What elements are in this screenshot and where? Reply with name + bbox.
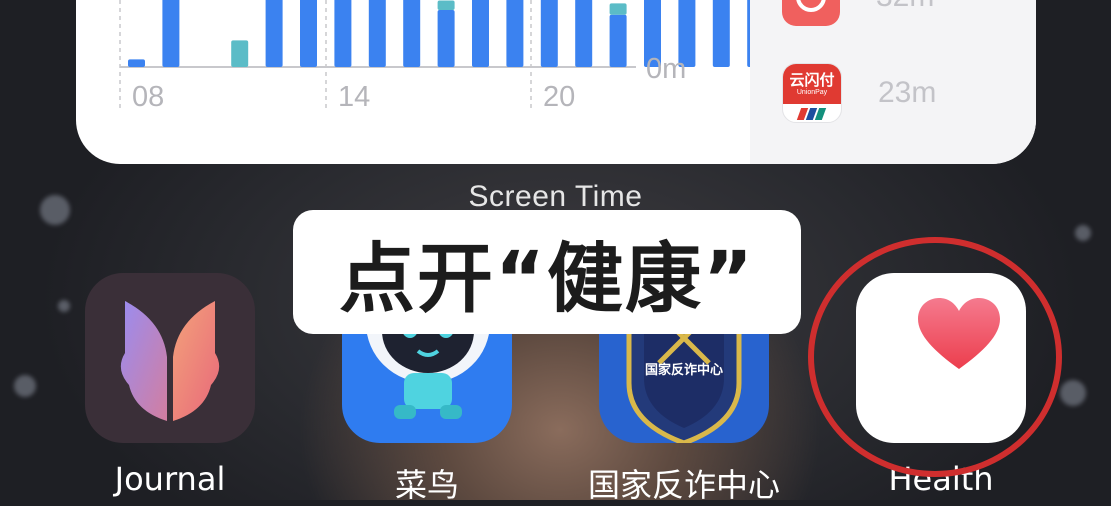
chart-x-tick-label: 08 bbox=[132, 81, 164, 113]
chart-bar bbox=[437, 10, 455, 67]
chart-bar bbox=[368, 0, 386, 67]
highlight-circle bbox=[808, 237, 1062, 477]
app-usage-time: 32m bbox=[876, 0, 934, 14]
bokeh bbox=[58, 300, 70, 312]
unionpay-icon-text: 云闪付 bbox=[789, 71, 835, 89]
chart-bar bbox=[712, 0, 730, 67]
widget-title: Screen Time bbox=[468, 180, 643, 213]
app-label-journal: Journal bbox=[114, 460, 226, 498]
chart-bar bbox=[162, 0, 180, 67]
chart-bar bbox=[540, 0, 558, 67]
bokeh bbox=[1075, 225, 1091, 241]
chart-y-tick-label: 0m bbox=[646, 53, 686, 85]
chart-bar bbox=[265, 0, 283, 67]
chart-bar bbox=[609, 14, 627, 67]
app-usage-list: 32m 云闪付 UnionPay 23m bbox=[750, 0, 1036, 164]
chart-bar bbox=[300, 0, 317, 67]
subtitle-caption: 点开“健康” bbox=[293, 210, 801, 334]
chart-bar bbox=[609, 3, 627, 15]
app-usage-time: 23m bbox=[878, 76, 937, 109]
journal-butterfly-icon[interactable] bbox=[85, 273, 255, 443]
chart-x-tick-label: 20 bbox=[543, 81, 575, 113]
screen-time-widget[interactable]: 08 14 20 0m 32m 云闪付 UnionPay 23m bbox=[76, 0, 1036, 164]
bokeh bbox=[1060, 380, 1086, 406]
app-row[interactable]: 云闪付 UnionPay 23m bbox=[782, 63, 936, 123]
app-label-cainiao: 菜鸟 bbox=[394, 466, 459, 504]
app-row[interactable]: 32m bbox=[782, 0, 934, 26]
chart-bar bbox=[575, 0, 593, 67]
app-icon bbox=[782, 0, 840, 26]
chart-bar bbox=[231, 40, 249, 67]
unionpay-icon: 云闪付 UnionPay bbox=[782, 63, 842, 123]
chart-bar bbox=[472, 0, 489, 67]
chart-bar bbox=[334, 0, 352, 67]
chart-bar bbox=[403, 0, 421, 67]
unionpay-icon-subtext: UnionPay bbox=[796, 89, 828, 96]
chart-x-tick-label: 14 bbox=[338, 81, 370, 113]
chart-bar bbox=[437, 0, 455, 10]
chart-bar bbox=[128, 59, 145, 67]
chart-bar bbox=[506, 0, 524, 67]
screen-time-chart: 08 14 20 0m bbox=[119, 0, 750, 113]
anti-fraud-icon-text: 国家反诈中心 bbox=[644, 363, 723, 378]
bokeh bbox=[14, 375, 36, 397]
app-label-anti-fraud: 国家反诈中心 bbox=[587, 466, 780, 504]
